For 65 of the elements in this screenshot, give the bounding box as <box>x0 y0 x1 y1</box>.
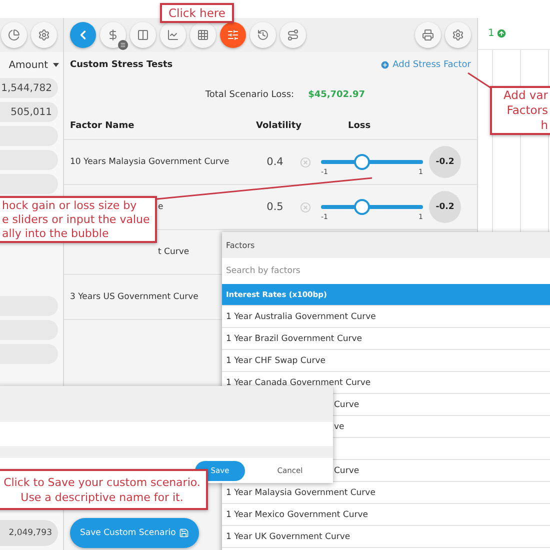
volatility-value: 0.5 <box>266 201 284 213</box>
callout-text: Use a descriptive name for it. <box>20 490 184 504</box>
factor-item[interactable]: 1 Year Malaysia Government Curve <box>222 482 550 504</box>
settings-button[interactable] <box>445 22 471 48</box>
count-label: 1 <box>488 28 494 39</box>
total-cell: 2,049,793 <box>0 520 58 546</box>
factor-item[interactable]: 1 Year Mexico Government Curve <box>222 504 550 526</box>
loss-slider[interactable] <box>321 199 423 215</box>
settings-icon <box>38 29 50 41</box>
back-button[interactable] <box>70 22 96 48</box>
sliders-icon <box>227 29 239 41</box>
pie-chart-icon <box>8 29 20 41</box>
settings-icon <box>452 29 464 41</box>
pie-chart-button[interactable] <box>1 22 27 48</box>
stress-test-button[interactable] <box>220 22 246 48</box>
factor-item[interactable]: 1 Year Brazil Government Curve <box>222 328 550 350</box>
callout-text: e sliders or input the value <box>2 212 150 226</box>
history-button[interactable] <box>250 22 276 48</box>
factor-item[interactable]: 1 Year CHF Swap Curve <box>222 350 550 372</box>
columns-button[interactable] <box>130 22 156 48</box>
callout-text: hock gain or loss size by <box>2 198 137 212</box>
factor-name: e <box>158 202 164 212</box>
factor-item[interactable]: 1 Year UK Government Curve <box>222 526 550 548</box>
callout-text: h <box>540 118 548 133</box>
callout-text: Add var <box>503 88 548 103</box>
column-header[interactable]: Amount <box>8 60 48 70</box>
settings-button[interactable] <box>31 22 57 48</box>
total-loss-label: Total Scenario Loss: <box>205 90 294 100</box>
caret-icon <box>53 63 59 67</box>
dollar-button[interactable] <box>100 22 126 48</box>
column-header: Loss <box>347 120 372 130</box>
total-loss-value: $45,702.97 <box>308 90 365 100</box>
column-header: Factor Name <box>70 120 136 130</box>
route-icon <box>287 29 299 41</box>
list-badge-icon <box>118 40 128 50</box>
factor-item[interactable]: 1 Year Australia Government Curve <box>222 306 550 328</box>
save-icon <box>178 528 189 538</box>
callout-text: Click here <box>168 6 226 20</box>
columns-icon <box>137 29 149 41</box>
print-button[interactable] <box>415 22 441 48</box>
grid-button[interactable] <box>190 22 216 48</box>
history-icon <box>257 29 269 41</box>
loss-value-bubble[interactable]: -0.2 <box>429 146 461 178</box>
factor-name: t Curve <box>158 247 190 257</box>
factor-name: 3 Years US Government Curve <box>70 292 198 302</box>
amount-cell: 1,544,782 <box>0 78 58 98</box>
callout-text: Factors <box>506 103 548 118</box>
panel-title: Custom Stress Tests <box>70 60 173 70</box>
dropdown-title: Factors <box>226 240 255 250</box>
loss-slider[interactable] <box>321 154 423 170</box>
route-button[interactable] <box>280 22 306 48</box>
line-chart-icon <box>167 29 179 41</box>
dollar-icon <box>107 29 119 41</box>
grid-icon <box>197 29 209 41</box>
plus-icon <box>380 60 390 70</box>
slider-thumb[interactable] <box>354 154 370 170</box>
column-header: Volatility <box>256 120 303 130</box>
printer-icon <box>422 29 434 41</box>
loss-value-bubble[interactable]: -0.2 <box>429 191 461 223</box>
slider-thumb[interactable] <box>354 199 370 215</box>
factor-name: 10 Years Malaysia Government Curve <box>70 157 230 167</box>
amount-cell: 505,011 <box>0 102 58 122</box>
chart-button[interactable] <box>160 22 186 48</box>
callout-text: ally into the bubble <box>2 226 109 240</box>
volatility-value: 0.4 <box>266 156 284 168</box>
